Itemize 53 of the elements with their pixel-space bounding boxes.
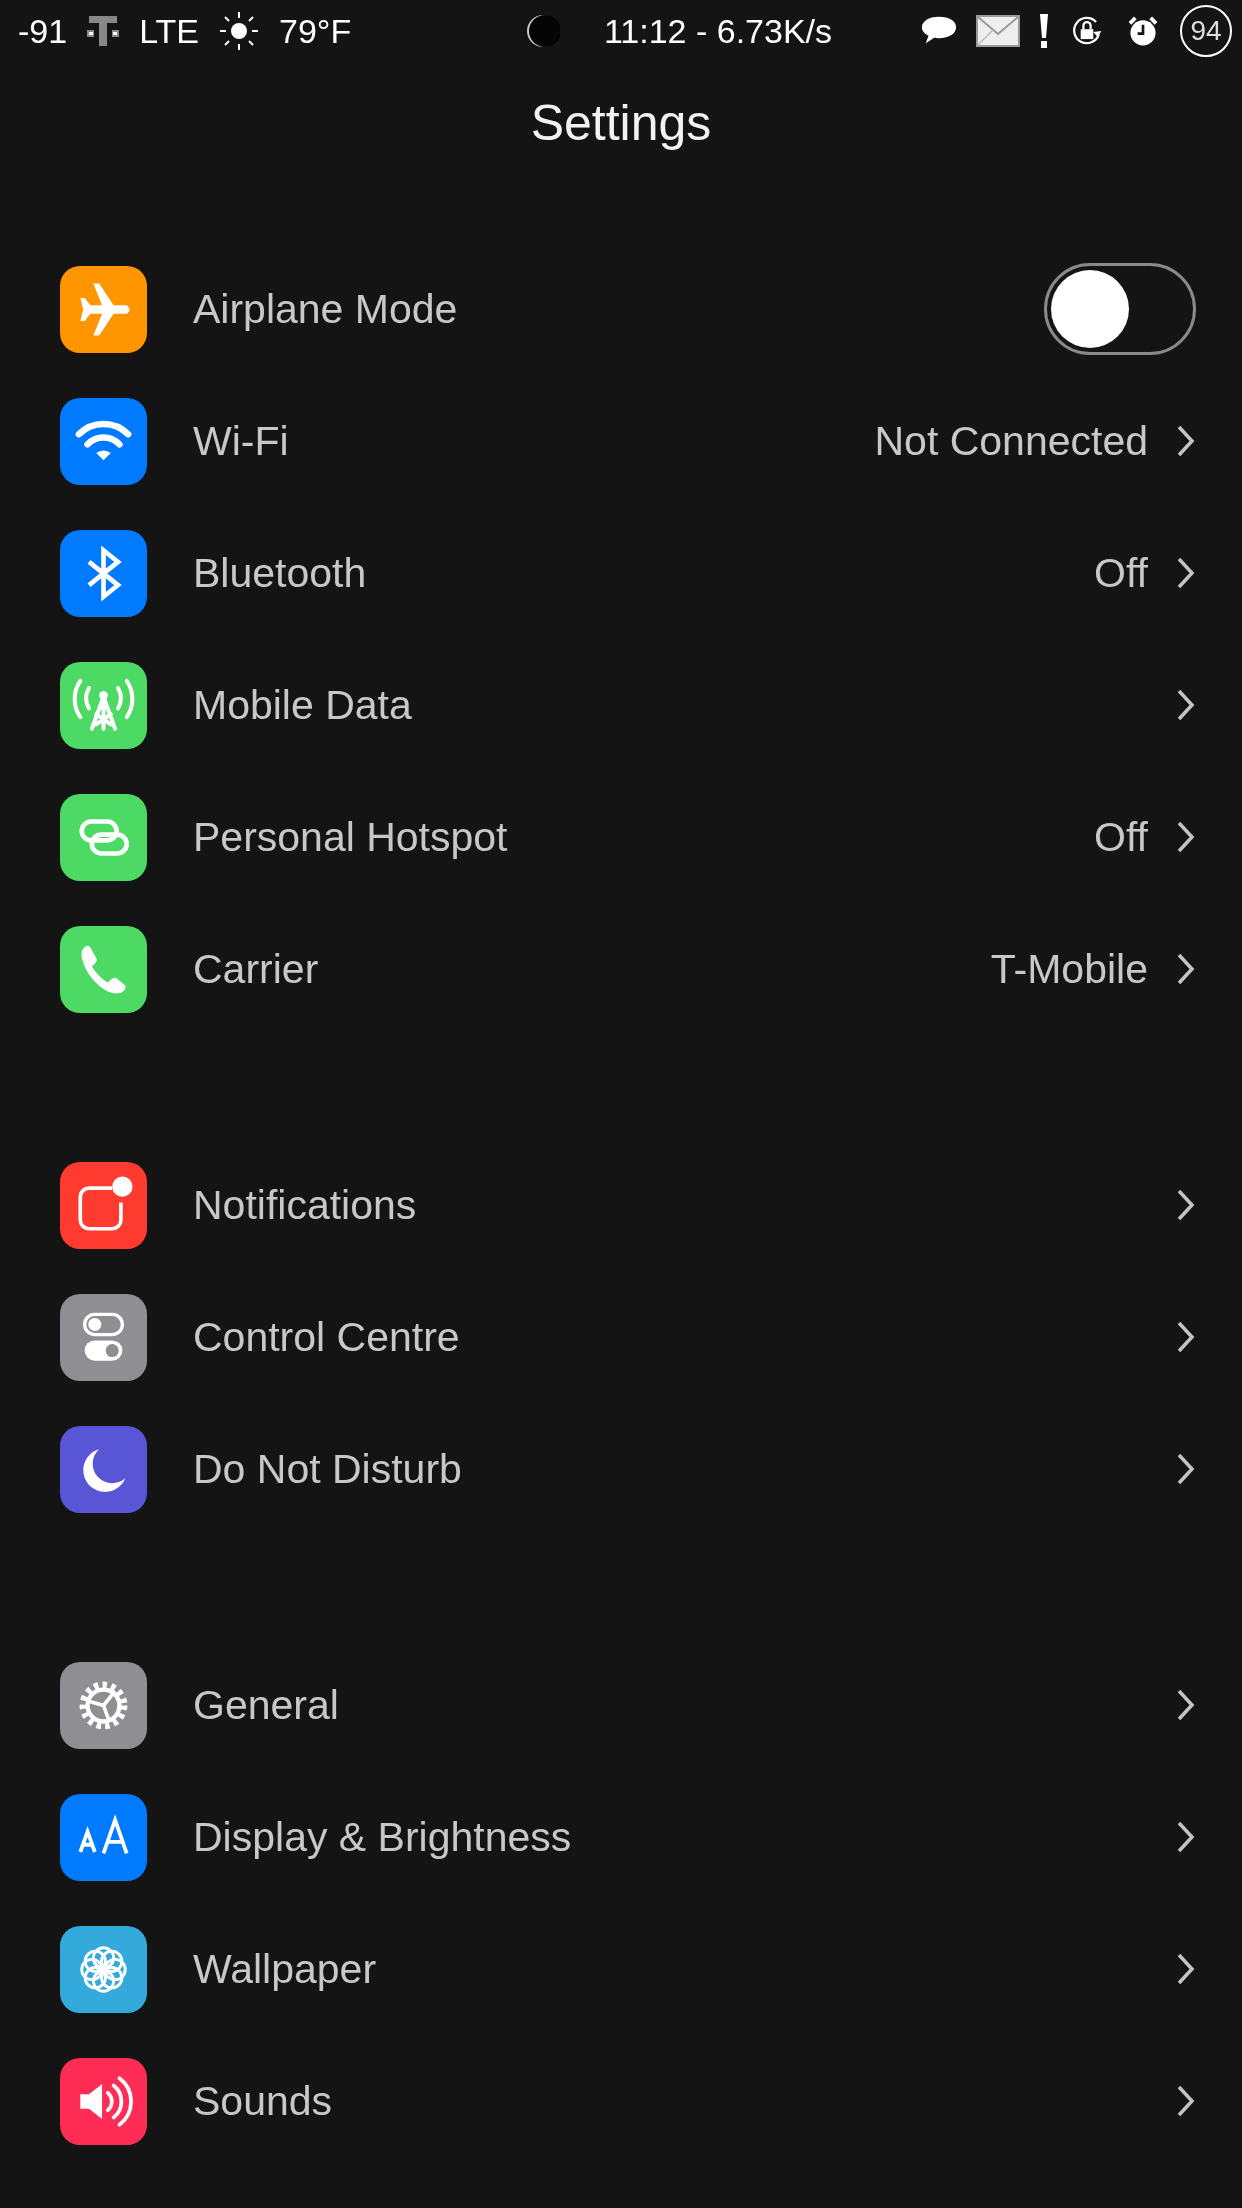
row-label: Control Centre [193, 1313, 461, 1361]
settings-row[interactable]: Carrier T-Mobile [0, 903, 1242, 1035]
row-label: Mobile Data [193, 681, 413, 729]
settings-row[interactable]: Sounds [0, 2035, 1242, 2167]
chevron-icon [1176, 688, 1196, 722]
carrier-logo-icon [87, 14, 120, 48]
settings-row[interactable]: Personal Hotspot Off [0, 771, 1242, 903]
row-value: T-Mobile [990, 945, 1148, 993]
chevron-icon [1176, 1952, 1196, 1986]
row-label: Display & Brightness [193, 1813, 573, 1861]
settings-row[interactable]: Bluetooth Off [0, 507, 1242, 639]
row-label: Bluetooth [193, 549, 368, 597]
signal-strength: -91 [18, 11, 68, 51]
envelope-icon [976, 14, 1020, 48]
settings-row[interactable]: Wallpaper [0, 1903, 1242, 2035]
row-label: Airplane Mode [193, 285, 459, 333]
row-label: General [193, 1681, 340, 1729]
chevron-icon [1176, 1820, 1196, 1854]
row-label: Carrier [193, 945, 320, 993]
chevron-icon [1176, 2084, 1196, 2118]
row-value: Off [1094, 549, 1148, 597]
chevron-icon [1176, 1688, 1196, 1722]
settings-row[interactable]: Do Not Disturb [0, 1403, 1242, 1535]
chevron-icon [1176, 952, 1196, 986]
row-value: Not Connected [874, 417, 1148, 465]
chevron-icon [1176, 1320, 1196, 1354]
battery-indicator: 94 [1180, 5, 1232, 57]
clock-time: 11:12 - 6.73K/s [603, 11, 833, 51]
settings-row[interactable]: General [0, 1639, 1242, 1771]
settings-row[interactable]: Mobile Data [0, 639, 1242, 771]
chevron-icon [1176, 1452, 1196, 1486]
row-label: Wi-Fi [193, 417, 290, 465]
row-value: Off [1094, 813, 1148, 861]
settings-row[interactable]: Display & Brightness [0, 1771, 1242, 1903]
chevron-icon [1176, 556, 1196, 590]
settings-row[interactable]: Notifications [0, 1139, 1242, 1271]
row-label: Wallpaper [193, 1945, 378, 1993]
sun-icon [219, 11, 259, 51]
moon-phase-icon [525, 14, 560, 48]
row-label: Personal Hotspot [193, 813, 509, 861]
temperature: 79°F [279, 11, 352, 51]
settings-row[interactable]: Wi-Fi Not Connected [0, 375, 1242, 507]
chevron-icon [1176, 424, 1196, 458]
network-type: LTE [139, 11, 199, 51]
chevron-icon [1176, 820, 1196, 854]
settings-row[interactable]: Control Centre [0, 1271, 1242, 1403]
row-label: Notifications [193, 1181, 418, 1229]
chevron-icon [1176, 1188, 1196, 1222]
alert-icon [1038, 13, 1050, 49]
row-label: Sounds [193, 2077, 334, 2125]
page-title: Settings [529, 94, 713, 153]
row-label: Do Not Disturb [193, 1445, 463, 1493]
settings-row[interactable]: Airplane Mode [0, 243, 1242, 375]
